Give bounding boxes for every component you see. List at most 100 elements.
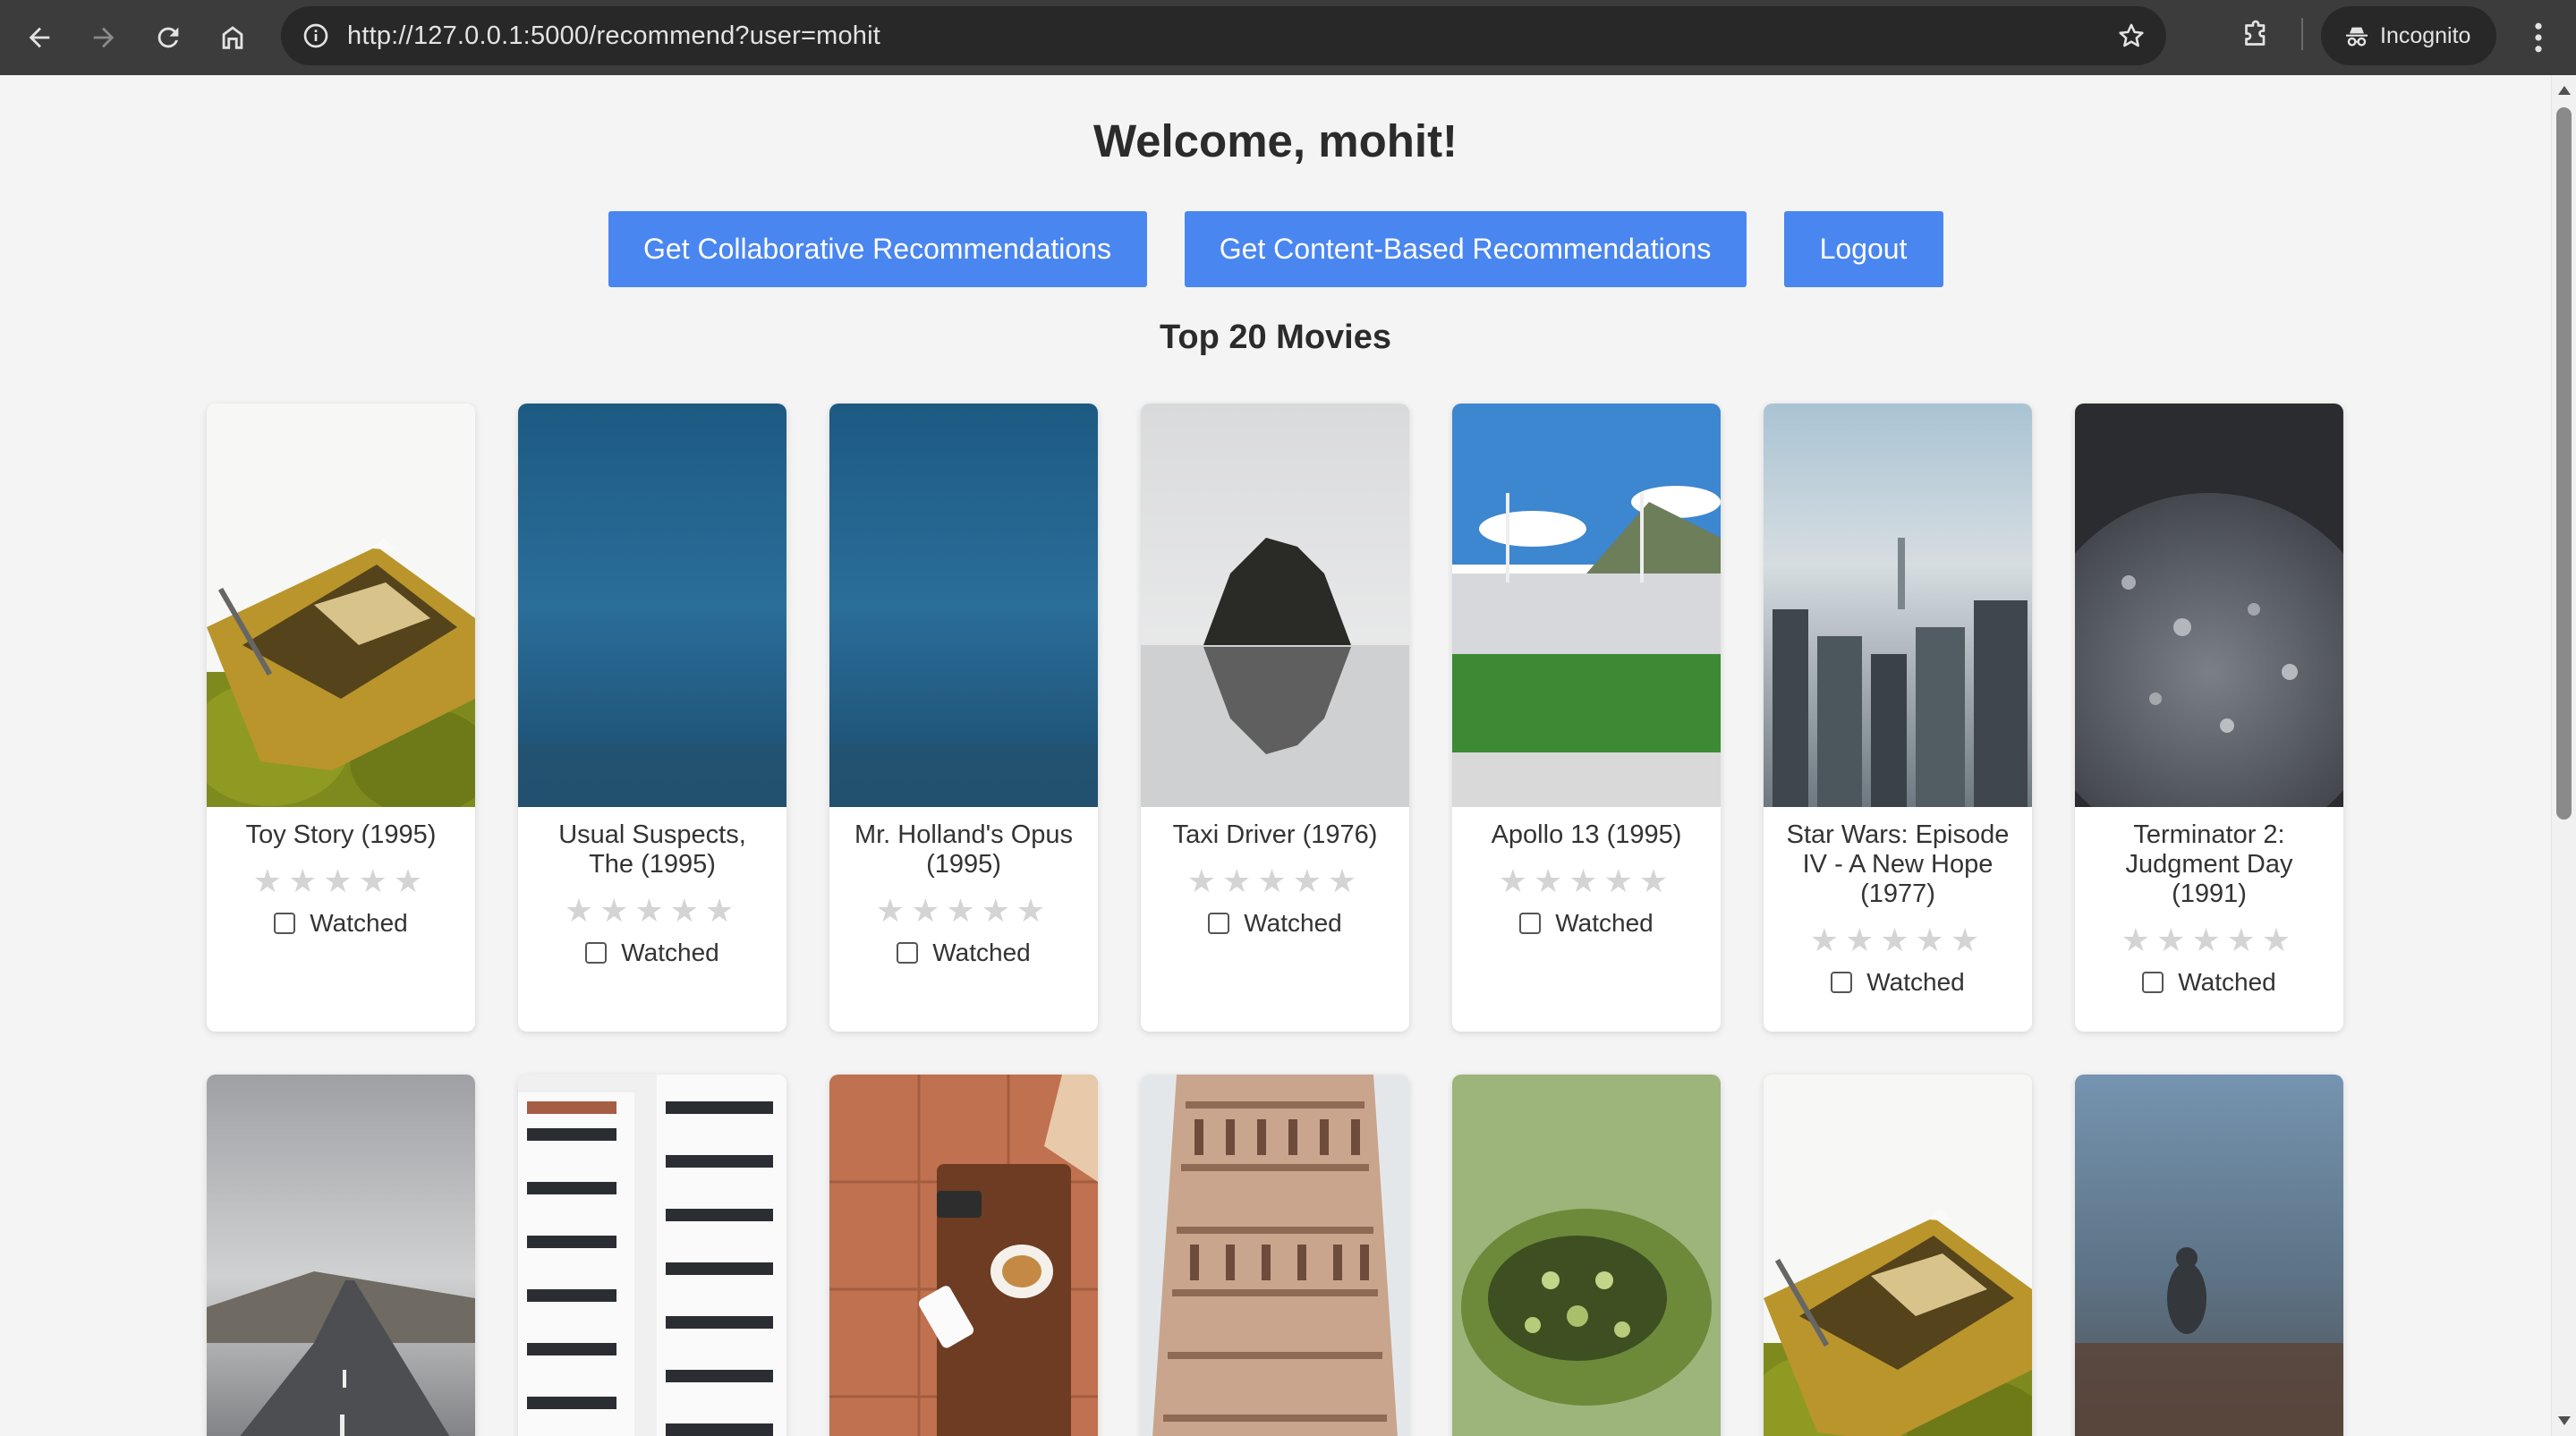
collaborative-recommendations-button[interactable]: Get Collaborative Recommendations — [608, 211, 1147, 287]
star-rating[interactable]: ★★★★★ — [2075, 922, 2343, 959]
watched-toggle[interactable]: Watched — [207, 909, 475, 938]
star-icon[interactable]: ★ — [876, 892, 911, 930]
star-icon[interactable]: ★ — [634, 892, 669, 930]
star-icon[interactable]: ★ — [2121, 922, 2156, 959]
watched-toggle[interactable]: Watched — [1141, 909, 1409, 938]
star-icon[interactable]: ★ — [2156, 922, 2191, 959]
star-icon[interactable]: ★ — [1222, 862, 1257, 900]
star-rating[interactable]: ★★★★★ — [1764, 922, 2032, 959]
watched-label: Watched — [310, 909, 408, 937]
movie-card — [829, 1075, 1098, 1436]
scroll-up-arrow-icon[interactable] — [2558, 86, 2571, 95]
movie-card: Star Wars: Episode IV - A New Hope (1977… — [1764, 404, 2032, 1032]
watched-label: Watched — [932, 939, 1031, 966]
star-icon[interactable]: ★ — [911, 892, 946, 930]
movie-card — [207, 1075, 475, 1436]
star-icon[interactable]: ★ — [288, 862, 323, 900]
toolbar-divider — [2301, 18, 2303, 50]
star-icon[interactable]: ★ — [946, 892, 981, 930]
movie-title: Usual Suspects, The (1995) — [558, 820, 746, 879]
watched-checkbox[interactable] — [274, 913, 296, 934]
watched-checkbox[interactable] — [585, 942, 608, 964]
star-icon[interactable]: ★ — [1499, 862, 1534, 900]
bookmark-button[interactable] — [2109, 13, 2154, 58]
star-icon[interactable]: ★ — [1257, 862, 1292, 900]
watched-toggle[interactable]: Watched — [1764, 968, 2032, 997]
watched-toggle[interactable]: Watched — [1452, 909, 1721, 938]
watched-toggle[interactable]: Watched — [829, 939, 1098, 967]
scroll-down-arrow-icon[interactable] — [2558, 1416, 2571, 1425]
star-icon[interactable]: ★ — [1604, 862, 1639, 900]
watched-checkbox[interactable] — [1519, 913, 1542, 934]
movie-card: Toy Story (1995) ★★★★★ Watched — [207, 404, 475, 1032]
star-icon[interactable]: ★ — [565, 892, 599, 930]
movie-poster — [2075, 404, 2343, 807]
star-icon[interactable]: ★ — [394, 862, 429, 900]
star-icon[interactable]: ★ — [1845, 922, 1880, 959]
scrollbar-thumb[interactable] — [2556, 107, 2572, 820]
logout-button[interactable]: Logout — [1783, 211, 1943, 287]
star-icon[interactable]: ★ — [1187, 862, 1222, 900]
star-icon[interactable]: ★ — [705, 892, 740, 930]
star-icon[interactable]: ★ — [1880, 922, 1915, 959]
star-icon[interactable]: ★ — [1951, 922, 1985, 959]
star-icon[interactable]: ★ — [253, 862, 288, 900]
star-icon[interactable]: ★ — [359, 862, 394, 900]
star-icon[interactable]: ★ — [1534, 862, 1569, 900]
star-icon[interactable]: ★ — [2227, 922, 2262, 959]
incognito-badge[interactable]: Incognito — [2321, 6, 2496, 65]
star-icon[interactable]: ★ — [1293, 862, 1328, 900]
movie-poster — [1452, 404, 1721, 807]
movie-poster — [207, 1075, 475, 1436]
star-icon[interactable]: ★ — [2191, 922, 2226, 959]
movie-title: Terminator 2: Judgment Day (1991) — [2125, 820, 2293, 908]
star-rating[interactable]: ★★★★★ — [1452, 862, 1721, 900]
movie-poster — [207, 404, 475, 807]
browser-menu-button[interactable] — [2516, 9, 2561, 66]
star-icon[interactable]: ★ — [1328, 862, 1363, 900]
watched-checkbox[interactable] — [897, 942, 919, 964]
back-button[interactable] — [7, 5, 72, 70]
watched-checkbox[interactable] — [2142, 972, 2164, 993]
watched-toggle[interactable]: Watched — [2075, 968, 2343, 997]
star-icon[interactable]: ★ — [1569, 862, 1603, 900]
info-icon — [303, 23, 328, 48]
menu-icon — [2535, 22, 2542, 53]
star-rating[interactable]: ★★★★★ — [829, 892, 1098, 930]
star-icon[interactable]: ★ — [670, 892, 705, 930]
star-rating[interactable]: ★★★★★ — [207, 862, 475, 900]
browser-toolbar: http://127.0.0.1:5000/recommend?user=moh… — [0, 0, 2576, 75]
forward-icon — [93, 27, 115, 48]
extensions-button[interactable] — [2226, 5, 2285, 64]
forward-button[interactable] — [72, 5, 136, 70]
star-rating[interactable]: ★★★★★ — [1141, 862, 1409, 900]
star-icon[interactable]: ★ — [2262, 922, 2297, 959]
home-button[interactable] — [200, 5, 265, 70]
watched-label: Watched — [1555, 909, 1654, 937]
watched-checkbox[interactable] — [1208, 913, 1230, 934]
star-icon[interactable]: ★ — [599, 892, 634, 930]
watched-checkbox[interactable] — [1831, 972, 1853, 993]
reload-icon — [157, 27, 179, 48]
movie-card: Mr. Holland's Opus (1995) ★★★★★ Watched — [829, 404, 1098, 1032]
movie-card — [2075, 1075, 2343, 1436]
movie-poster — [1141, 404, 1409, 807]
url-text[interactable]: http://127.0.0.1:5000/recommend?user=moh… — [347, 21, 880, 51]
star-icon[interactable]: ★ — [1639, 862, 1674, 900]
star-icon[interactable]: ★ — [323, 862, 358, 900]
movie-title: Star Wars: Episode IV - A New Hope (1977… — [1786, 820, 2010, 908]
star-icon[interactable]: ★ — [1016, 892, 1051, 930]
star-icon[interactable]: ★ — [1916, 922, 1951, 959]
welcome-heading: Welcome, mohit! — [1092, 115, 1458, 166]
star-icon[interactable]: ★ — [982, 892, 1016, 930]
movie-grid: Toy Story (1995) ★★★★★ Watched Usual Sus… — [207, 404, 2345, 1436]
watched-toggle[interactable]: Watched — [518, 939, 786, 967]
address-bar[interactable]: http://127.0.0.1:5000/recommend?user=moh… — [281, 6, 2166, 65]
site-info-button[interactable] — [286, 6, 345, 65]
page-scrollbar[interactable] — [2551, 75, 2576, 1436]
watched-label: Watched — [1244, 909, 1342, 937]
reload-button[interactable] — [136, 5, 200, 70]
star-rating[interactable]: ★★★★★ — [518, 892, 786, 930]
star-icon[interactable]: ★ — [1810, 922, 1845, 959]
content-based-recommendations-button[interactable]: Get Content-Based Recommendations — [1184, 211, 1747, 287]
